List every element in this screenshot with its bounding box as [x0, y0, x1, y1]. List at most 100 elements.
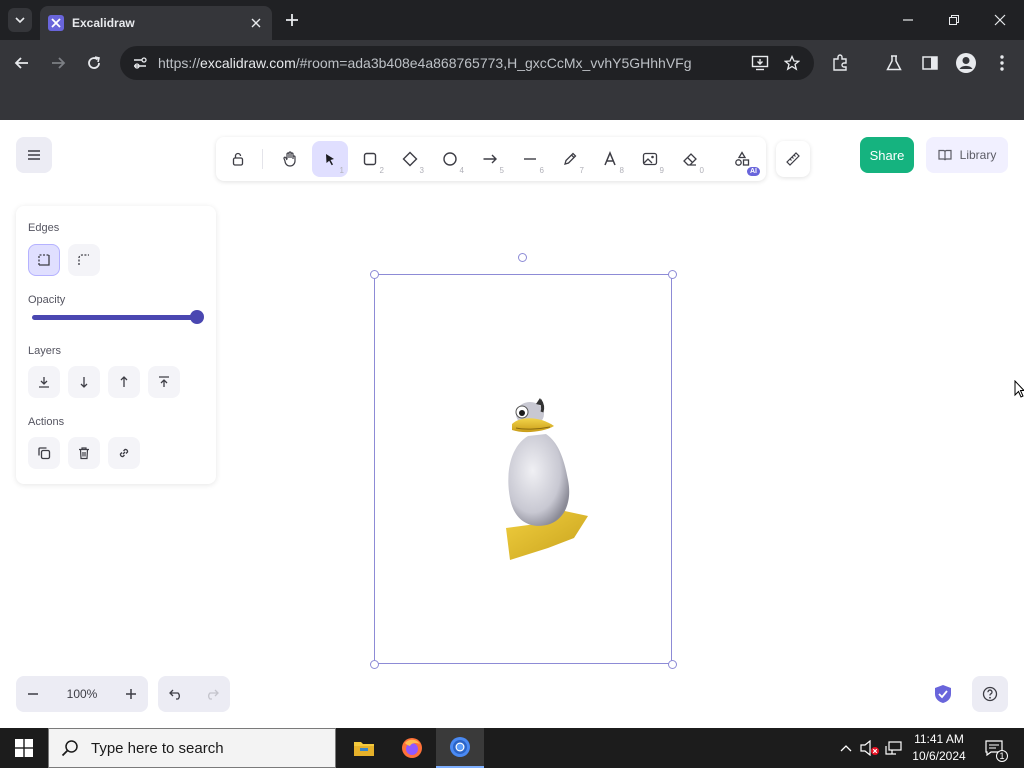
link-button[interactable]: [108, 437, 140, 469]
shield-check-icon: [935, 685, 951, 703]
zoom-controls: 100%: [16, 676, 148, 712]
firefox-icon: [402, 738, 422, 758]
file-explorer-taskbar-button[interactable]: [340, 728, 388, 768]
tab-search-button[interactable]: [8, 8, 32, 32]
labs-button[interactable]: [882, 51, 906, 75]
actions-label: Actions: [28, 416, 65, 428]
bring-to-front-button[interactable]: [148, 366, 180, 398]
rotation-handle[interactable]: [518, 253, 527, 262]
encryption-shield-button[interactable]: [930, 680, 956, 708]
back-button[interactable]: [10, 51, 34, 75]
extensions-button[interactable]: [828, 51, 852, 75]
flask-icon: [886, 55, 902, 71]
zoom-in-button[interactable]: [114, 676, 148, 712]
main-menu-button[interactable]: [16, 137, 52, 173]
chrome-icon: [450, 737, 470, 757]
pencil-icon: [564, 152, 577, 165]
send-to-back-button[interactable]: [28, 366, 60, 398]
rectangle-icon: [363, 152, 377, 166]
resize-handle-ne[interactable]: [668, 270, 677, 279]
address-bar[interactable]: https://excalidraw.com/#room=ada3b408e4a…: [120, 46, 814, 80]
minimize-button[interactable]: [896, 8, 920, 32]
tool-arrow[interactable]: 5: [472, 141, 508, 177]
help-button[interactable]: [972, 676, 1008, 712]
notification-center-button[interactable]: 1: [982, 736, 1008, 762]
url-rest: /#room=ada3b408e4a868765773,H_gxcCcMx_vv…: [295, 55, 692, 71]
tool-rectangle[interactable]: 2: [352, 141, 388, 177]
image-icon: [642, 152, 658, 166]
site-info-icon[interactable]: [130, 53, 150, 73]
undo-button[interactable]: [158, 676, 194, 712]
tab-close-icon[interactable]: [248, 15, 264, 31]
windows-taskbar: Type here to search 11:41 AM 10/6/2024 1: [0, 728, 1024, 768]
reload-icon: [88, 56, 100, 69]
edge-sharp-button[interactable]: [28, 244, 60, 276]
browser-tab[interactable]: Excalidraw: [40, 6, 272, 40]
library-button[interactable]: Library: [926, 137, 1008, 173]
duplicate-button[interactable]: [28, 437, 60, 469]
plus-icon: [126, 689, 136, 699]
resize-handle-se[interactable]: [668, 660, 677, 669]
search-icon: [61, 740, 78, 757]
edges-label: Edges: [28, 222, 60, 234]
network-icon: [885, 741, 902, 755]
zoom-out-button[interactable]: [16, 676, 50, 712]
restore-button[interactable]: [942, 8, 966, 32]
show-hidden-icons-button[interactable]: [836, 738, 856, 758]
tool-ellipse[interactable]: 4: [432, 141, 468, 177]
copy-icon: [38, 447, 51, 460]
bring-forward-button[interactable]: [108, 366, 140, 398]
tool-image[interactable]: 9: [632, 141, 668, 177]
chrome-taskbar-button[interactable]: [436, 728, 484, 768]
round-corner-icon: [78, 254, 89, 265]
browser-toolbar: https://excalidraw.com/#room=ada3b408e4a…: [0, 40, 1024, 86]
tool-selection[interactable]: 1: [312, 141, 348, 177]
taskbar-search-box[interactable]: Type here to search: [48, 728, 336, 768]
opacity-slider-thumb[interactable]: [190, 310, 204, 324]
side-panel-button[interactable]: [918, 51, 942, 75]
arrow-up-icon: [120, 376, 128, 387]
undo-icon: [169, 689, 180, 700]
edge-round-button[interactable]: [68, 244, 100, 276]
zoom-reset-button[interactable]: 100%: [50, 687, 114, 701]
close-window-button[interactable]: [988, 8, 1012, 32]
forward-button[interactable]: [46, 51, 70, 75]
send-backward-button[interactable]: [68, 366, 100, 398]
reload-button[interactable]: [82, 51, 106, 75]
delete-button[interactable]: [68, 437, 100, 469]
tab-title: Excalidraw: [72, 16, 135, 30]
resize-handle-nw[interactable]: [370, 270, 379, 279]
network-button[interactable]: [884, 738, 904, 758]
volume-muted-button[interactable]: [860, 738, 880, 758]
mouse-cursor-icon: [1014, 380, 1024, 398]
penguin-image[interactable]: [500, 396, 592, 560]
tool-diamond[interactable]: 3: [392, 141, 428, 177]
firefox-taskbar-button[interactable]: [388, 728, 436, 768]
tool-text[interactable]: 8: [592, 141, 628, 177]
new-tab-button[interactable]: [282, 10, 302, 30]
tool-shortcut: 0: [699, 166, 704, 175]
resize-handle-sw[interactable]: [370, 660, 379, 669]
tool-line[interactable]: 6: [512, 141, 548, 177]
tool-eraser[interactable]: 0: [672, 141, 708, 177]
start-button[interactable]: [0, 728, 48, 768]
tool-lock[interactable]: [220, 141, 256, 177]
book-icon: [938, 149, 952, 161]
system-clock[interactable]: 11:41 AM 10/6/2024: [908, 731, 970, 765]
laser-pointer-button[interactable]: [776, 141, 810, 177]
chrome-menu-button[interactable]: [990, 51, 1014, 75]
tool-draw[interactable]: 7: [552, 141, 588, 177]
install-app-icon[interactable]: [748, 51, 772, 75]
tool-shortcut: 4: [459, 166, 464, 175]
opacity-slider[interactable]: [32, 315, 200, 320]
redo-button[interactable]: [194, 676, 230, 712]
bookmark-star-icon[interactable]: [780, 51, 804, 75]
tool-ai[interactable]: AI: [724, 141, 760, 177]
toolbar-divider: [262, 149, 263, 169]
profile-button[interactable]: [954, 51, 978, 75]
send-to-back-icon: [39, 377, 49, 388]
tool-hand[interactable]: [272, 141, 308, 177]
link-icon: [119, 448, 129, 458]
share-button[interactable]: Share: [860, 137, 914, 173]
text-icon: [604, 151, 616, 166]
